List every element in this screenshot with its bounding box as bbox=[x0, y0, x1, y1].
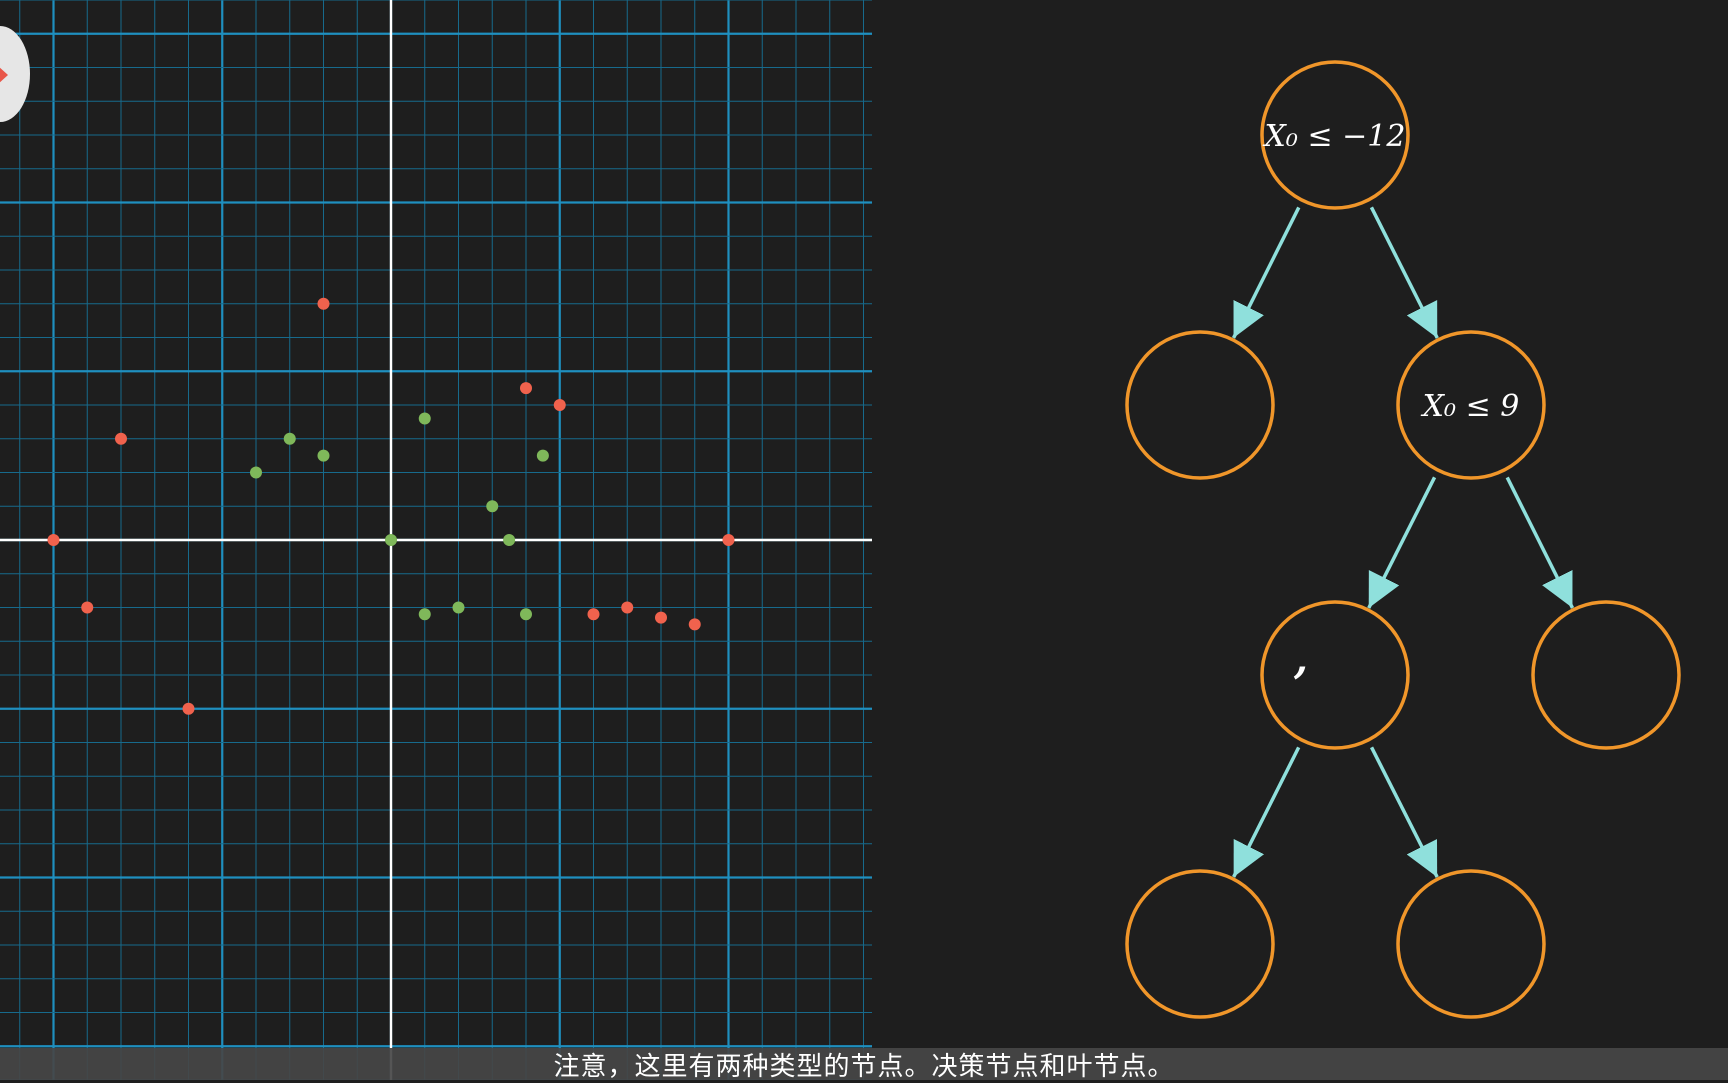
tree-node-rl-right bbox=[1396, 869, 1546, 1019]
red-data-point bbox=[520, 382, 532, 395]
red-data-point bbox=[81, 601, 94, 614]
green-data-point bbox=[503, 534, 516, 546]
tree-edge-right-left-to-rl-right bbox=[1369, 746, 1439, 878]
green-data-point bbox=[536, 449, 549, 462]
red-data-point bbox=[182, 702, 195, 715]
logo-mark-icon bbox=[0, 66, 8, 84]
tree-node-label-right-left: , bbox=[1293, 636, 1308, 683]
tree-edge-right-to-right-right bbox=[1505, 476, 1575, 609]
green-data-point bbox=[520, 608, 532, 621]
green-data-point bbox=[452, 601, 465, 614]
red-data-point bbox=[47, 534, 60, 546]
red-data-point bbox=[317, 297, 330, 310]
tree-node-rl-left bbox=[1125, 869, 1275, 1019]
green-data-point bbox=[418, 412, 431, 425]
red-data-point bbox=[655, 611, 667, 624]
tree-node-label-root: X₀ ≤ −12 bbox=[1263, 119, 1406, 154]
tree-node-right-left bbox=[1260, 600, 1410, 750]
red-data-point bbox=[722, 534, 735, 546]
green-data-point bbox=[418, 608, 431, 621]
green-data-point bbox=[250, 466, 262, 479]
red-data-point bbox=[688, 618, 701, 631]
tree-edge-root-to-left bbox=[1231, 206, 1301, 339]
tree-node-label-right: X₀ ≤ 9 bbox=[1421, 389, 1520, 424]
subtitle-text: 注意，这里有两种类型的节点。决策节点和叶节点。 bbox=[553, 1051, 1175, 1082]
green-data-point bbox=[486, 500, 499, 513]
tree-edge-right-to-right-left bbox=[1367, 476, 1437, 609]
decision-tree: X₀ ≤ −12 X₀ ≤ 9, bbox=[1125, 60, 1681, 1019]
green-data-point bbox=[385, 534, 397, 546]
tree-node-left bbox=[1125, 330, 1275, 480]
green-data-point bbox=[317, 449, 330, 462]
tree-edge-right-left-to-rl-left bbox=[1232, 746, 1301, 878]
green-data-point bbox=[283, 432, 296, 445]
scene: X₀ ≤ −12 X₀ ≤ 9, bbox=[0, 0, 1681, 1080]
tree-edge-root-to-right bbox=[1369, 206, 1439, 339]
red-data-point bbox=[621, 601, 634, 614]
red-data-point bbox=[115, 432, 127, 445]
tree-node-right-right bbox=[1531, 600, 1681, 750]
red-data-point bbox=[587, 608, 600, 621]
coordinate-grid bbox=[0, 0, 872, 1080]
subtitle-bar: 注意，这里有两种类型的节点。决策节点和叶节点。 bbox=[0, 1048, 1728, 1082]
red-data-point bbox=[553, 399, 566, 411]
